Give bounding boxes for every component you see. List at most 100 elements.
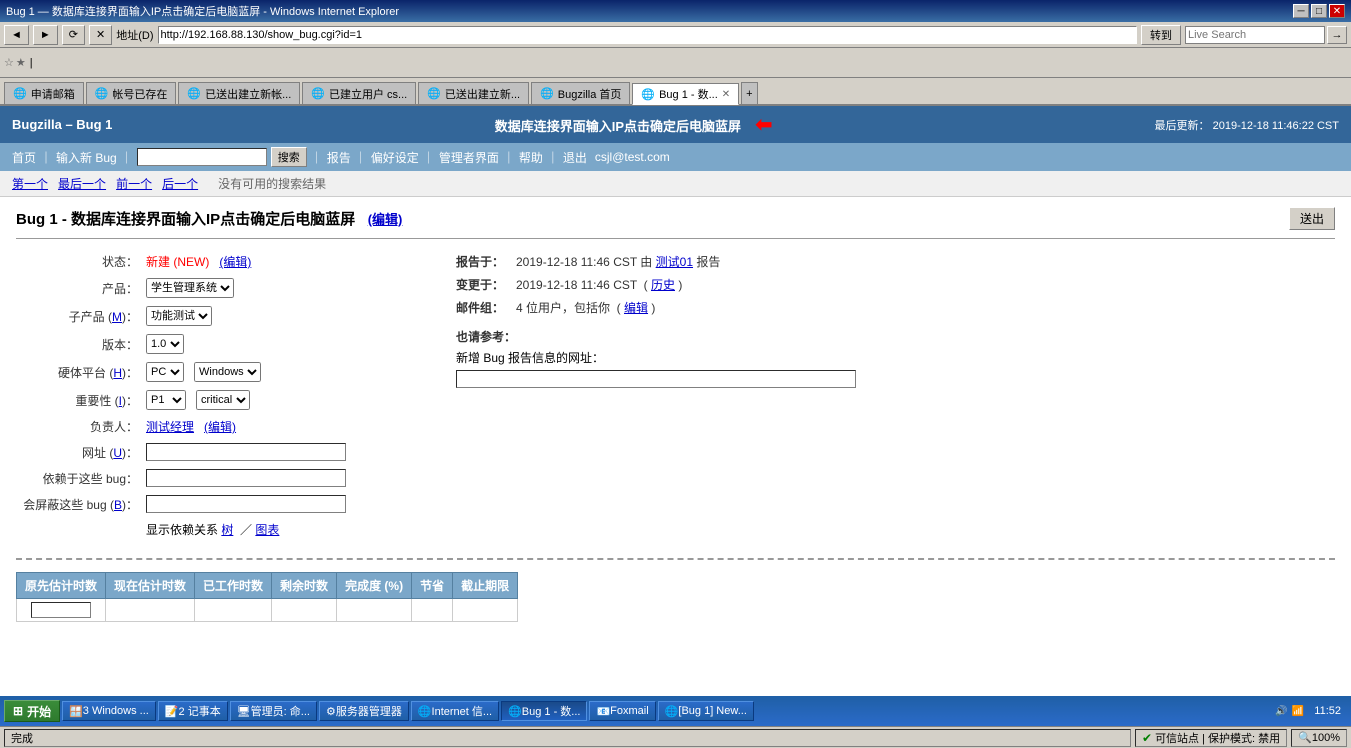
- changed-row: 变更于： 2019-12-18 11:46 CST ( 历史 ): [456, 276, 1335, 293]
- nav-last[interactable]: 最后一个: [58, 177, 106, 191]
- severity-select[interactable]: critical: [196, 390, 250, 410]
- hardware-row: 硬体平台 (H)： PC Windows: [16, 362, 436, 382]
- blocks-row: 会屏蔽这些 bug (B)：: [16, 495, 436, 513]
- tab-bug1[interactable]: 🌐 Bug 1 - 数... ✕: [632, 83, 739, 105]
- nav-prev[interactable]: 前一个: [116, 177, 152, 191]
- taskbar-item-cmd[interactable]: 🖥 管理员: 命...: [230, 701, 317, 721]
- window-title: Bug 1 — 数据库连接界面输入IP点击确定后电脑蓝屏 - Windows I…: [6, 3, 399, 19]
- taskbar-notepad-icon: 📝: [165, 705, 179, 718]
- status-bar: 完成 ✔ 可信站点 | 保护模式: 禁用 🔍 100%: [0, 726, 1351, 748]
- forward-button[interactable]: ►: [33, 25, 58, 45]
- tab-label5: 已送出建立新...: [445, 86, 520, 102]
- search-input[interactable]: [1185, 26, 1325, 44]
- assignee-link[interactable]: 测试经理: [146, 420, 194, 434]
- tab-jianli2[interactable]: 🌐 已送出建立新...: [418, 82, 529, 104]
- nav-newbug[interactable]: 输入新 Bug: [56, 149, 117, 166]
- blocks-label: 会屏蔽这些 bug (B)：: [16, 496, 146, 513]
- reporter-link[interactable]: 测试01: [656, 255, 693, 269]
- os-select[interactable]: Windows: [194, 362, 261, 382]
- version-select[interactable]: 1.0: [146, 334, 184, 354]
- go-button[interactable]: 转到: [1141, 25, 1181, 45]
- maximize-button[interactable]: □: [1311, 4, 1327, 18]
- address-input[interactable]: [158, 26, 1138, 44]
- search-go-button[interactable]: →: [1327, 26, 1347, 44]
- minimize-button[interactable]: ─: [1293, 4, 1309, 18]
- nav-help[interactable]: 帮助: [519, 149, 543, 166]
- taskbar-new-icon: 🌐: [665, 705, 679, 718]
- component-link[interactable]: M: [112, 310, 122, 324]
- tab-bugzilla-home[interactable]: 🌐 Bugzilla 首页: [531, 82, 630, 104]
- product-select[interactable]: 学生管理系统: [146, 278, 234, 298]
- also-ref-input[interactable]: [456, 370, 856, 388]
- taskbar-item-bug[interactable]: 🌐 Bug 1 - 数...: [501, 701, 587, 721]
- status-value: 新建 (NEW) (编辑): [146, 253, 436, 270]
- tab-icon5: 🌐: [427, 87, 441, 100]
- orig-estimate-input[interactable]: [31, 602, 91, 618]
- nav-search-button[interactable]: 搜索: [271, 147, 307, 167]
- edit-title-link[interactable]: (编辑): [368, 212, 403, 227]
- taskbar-foxmail-icon: 📧: [596, 705, 610, 718]
- refresh-button[interactable]: ⟳: [62, 25, 85, 45]
- tabs-bar: 🌐 申请邮箱 🌐 帐号已存在 🌐 已送出建立新帐... 🌐 已建立用户 cs..…: [0, 78, 1351, 106]
- hardware-link[interactable]: H: [113, 366, 122, 380]
- blocks-link[interactable]: B: [114, 498, 122, 512]
- taskbar-item-foxmail[interactable]: 📧 Foxmail: [589, 701, 655, 721]
- taskbar-item-notepad[interactable]: 📝 2 记事本: [158, 701, 228, 721]
- history-link[interactable]: 历史: [651, 278, 675, 292]
- close-button[interactable]: ✕: [1329, 4, 1345, 18]
- also-ref-sublabel: 新增 Bug 报告信息的网址：: [456, 349, 1335, 366]
- severity-label: 重要性 (I)：: [16, 392, 146, 409]
- status-zoom: 🔍 100%: [1291, 729, 1347, 747]
- reported-row: 报告于： 2019-12-18 11:46 CST 由 测试01 报告: [456, 253, 1335, 270]
- url-row: 网址 (U)：: [16, 443, 436, 461]
- col-worked: 已工作时数: [195, 573, 272, 599]
- bug-main-title: Bug 1 - 数据库连接界面输入IP点击确定后电脑蓝屏 (编辑): [16, 208, 402, 229]
- bug-header-left: Bugzilla – Bug 1: [12, 117, 112, 132]
- severity-value: P1 critical: [146, 390, 436, 410]
- status-row: 状态： 新建 (NEW) (编辑): [16, 253, 436, 270]
- reported-label: 报告于：: [456, 253, 516, 270]
- nav-user: csjl@test.com: [595, 150, 670, 164]
- nav-search-input[interactable]: [137, 148, 267, 166]
- url-link[interactable]: U: [113, 446, 122, 460]
- bug-form-left: 状态： 新建 (NEW) (编辑) 产品： 学生管理系统: [16, 253, 436, 546]
- tab-jianli1[interactable]: 🌐 已送出建立新帐...: [178, 82, 300, 104]
- assignee-edit-link[interactable]: (编辑): [204, 420, 236, 434]
- nav-home[interactable]: 首页: [12, 149, 36, 166]
- severity-link[interactable]: I: [119, 394, 122, 408]
- chart-link[interactable]: 图表: [255, 523, 279, 537]
- taskbar-item-windows[interactable]: 🪟 3 Windows ...: [62, 701, 156, 721]
- taskbar-windows-icon: 🪟: [69, 705, 83, 718]
- tab-close-button[interactable]: ✕: [722, 89, 730, 100]
- priority-select[interactable]: P1: [146, 390, 186, 410]
- nav-first[interactable]: 第一个: [12, 177, 48, 191]
- taskbar-item-server[interactable]: ⚙ 服务器管理器: [319, 701, 409, 721]
- curr-estimate-cell: [106, 599, 195, 622]
- tab-user[interactable]: 🌐 已建立用户 cs...: [302, 82, 416, 104]
- start-button[interactable]: ⊞ 开始: [4, 700, 60, 722]
- nav-admin[interactable]: 管理者界面: [439, 149, 499, 166]
- depends-input[interactable]: [146, 469, 346, 487]
- tab-shenqing[interactable]: 🌐 申请邮箱: [4, 82, 84, 104]
- url-input[interactable]: [146, 443, 346, 461]
- stop-button[interactable]: ✕: [89, 25, 112, 45]
- tab-new[interactable]: +: [741, 82, 757, 104]
- blocks-input[interactable]: [146, 495, 346, 513]
- tree-link[interactable]: 树: [221, 523, 233, 537]
- nav-next[interactable]: 后一个: [162, 177, 198, 191]
- nav-logout[interactable]: 退出: [563, 149, 587, 166]
- taskbar-item-internet[interactable]: 🌐 Internet 信...: [411, 701, 499, 721]
- nav-preferences[interactable]: 偏好设定: [371, 149, 419, 166]
- hardware-select[interactable]: PC: [146, 362, 184, 382]
- tab-haoma[interactable]: 🌐 帐号已存在: [86, 82, 177, 104]
- taskbar-item-new[interactable]: 🌐 [Bug 1] New...: [658, 701, 754, 721]
- component-select[interactable]: 功能测试: [146, 306, 212, 326]
- url-label: 网址 (U)：: [16, 444, 146, 461]
- col-orig-estimate: 原先估计时数: [17, 573, 106, 599]
- cc-edit-link[interactable]: 编辑: [624, 301, 648, 315]
- submit-button[interactable]: 送出: [1289, 207, 1335, 230]
- status-edit-link[interactable]: (编辑): [219, 255, 251, 269]
- back-button[interactable]: ◄: [4, 25, 29, 45]
- taskbar-right: 🔊 📶 11:52: [1275, 705, 1347, 717]
- nav-report[interactable]: 报告: [327, 149, 351, 166]
